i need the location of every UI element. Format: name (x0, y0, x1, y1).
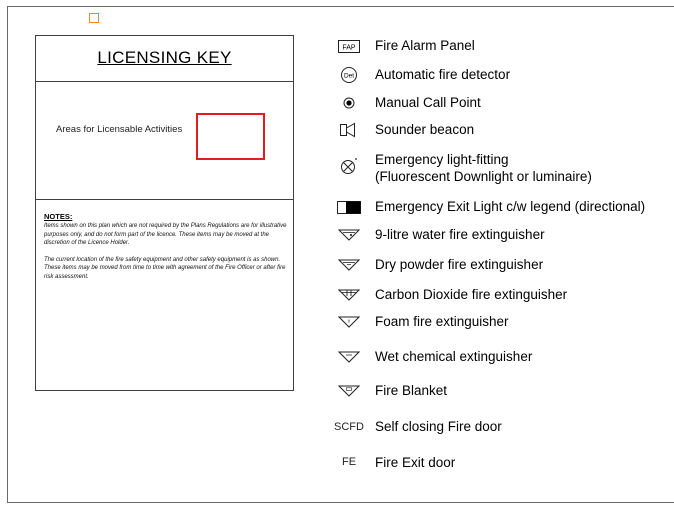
water-extinguisher-label: 9-litre water fire extinguisher (375, 227, 545, 242)
orange-marker (89, 13, 99, 23)
emergency-light-label-1: Emergency light-fitting (375, 152, 509, 167)
call-point-label: Manual Call Point (375, 95, 481, 110)
scfd-symbol: SCFD (330, 417, 368, 437)
legend-call-point: Manual Call Point (0, 93, 674, 113)
legend-co2-extinguisher: Carbon Dioxide fire extinguisher (0, 285, 674, 305)
foam-extinguisher-icon (330, 312, 368, 332)
emergency-light-icon (330, 156, 368, 176)
wet-chemical-extinguisher-icon (330, 347, 368, 367)
fire-exit-label: Fire Exit door (375, 455, 456, 470)
fire-blanket-label: Fire Blanket (375, 383, 448, 398)
exit-light-icon (330, 197, 368, 217)
legend-foam-extinguisher: Foam fire extinguisher (0, 312, 674, 332)
legend-self-closing-door: SCFD Self closing Fire door (0, 417, 674, 437)
self-closing-door-label: Self closing Fire door (375, 419, 502, 434)
water-extinguisher-icon (330, 225, 368, 245)
legend-water-extinguisher: 9-litre water fire extinguisher (0, 225, 674, 245)
legend-fire-detector: Det Automatic fire detector (0, 65, 674, 85)
fe-symbol-text: FE (341, 456, 357, 468)
fap-icon: FAP (330, 36, 368, 56)
notes-section: NOTES: Items shown on this plan which ar… (44, 212, 292, 290)
emergency-light-label-2: (Fluorescent Downlight or luminaire) (375, 169, 592, 184)
co2-extinguisher-label: Carbon Dioxide fire extinguisher (375, 287, 568, 302)
fe-symbol: FE (330, 452, 368, 472)
legend-sounder-beacon: Sounder beacon (0, 120, 674, 140)
legend-fire-exit: FE Fire Exit door (0, 452, 674, 472)
fap-symbol-text: FAP (342, 44, 356, 51)
fire-blanket-icon (330, 381, 368, 401)
legend-emergency-light: Emergency light-fitting (Fluorescent Dow… (0, 150, 674, 186)
det-symbol-text: Det (344, 73, 354, 80)
legend-powder-extinguisher: Dry powder fire extinguisher (0, 255, 674, 275)
fire-alarm-panel-label: Fire Alarm Panel (375, 38, 475, 53)
sounder-beacon-icon (330, 120, 368, 140)
wet-chemical-extinguisher-label: Wet chemical extinguisher (375, 349, 533, 364)
legend-fire-alarm-panel: FAP Fire Alarm Panel (0, 36, 674, 56)
sounder-beacon-label: Sounder beacon (375, 122, 475, 137)
legend-fire-blanket: Fire Blanket (0, 381, 674, 401)
powder-extinguisher-label: Dry powder fire extinguisher (375, 257, 544, 272)
detector-icon: Det (330, 65, 368, 85)
co2-extinguisher-icon (330, 285, 368, 305)
legend-exit-light: Emergency Exit Light c/w legend (directi… (0, 197, 674, 217)
foam-extinguisher-label: Foam fire extinguisher (375, 314, 509, 329)
powder-extinguisher-icon (330, 255, 368, 275)
call-point-icon (330, 93, 368, 113)
scfd-symbol-text: SCFD (334, 421, 364, 433)
exit-light-label: Emergency Exit Light c/w legend (directi… (375, 199, 646, 214)
fire-detector-label: Automatic fire detector (375, 67, 511, 82)
legend-wet-chemical-extinguisher: Wet chemical extinguisher (0, 347, 674, 367)
